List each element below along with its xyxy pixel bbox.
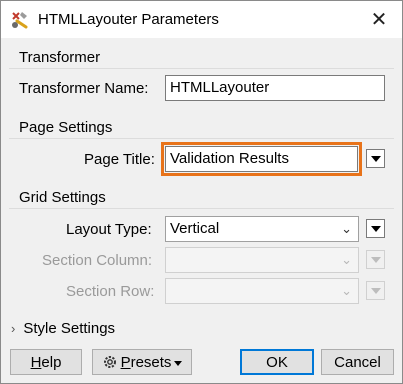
close-icon: ✕	[370, 9, 388, 31]
help-label-rest: elp	[41, 353, 62, 371]
presets-label-rest: resets	[130, 353, 172, 371]
dialog-window: HTMLLayouter Parameters ✕ Transformer Tr…	[0, 0, 403, 384]
page-title-menu-button[interactable]	[366, 149, 385, 168]
page-settings-group-line	[9, 138, 394, 139]
section-column-menu-button[interactable]	[366, 250, 385, 269]
ok-button[interactable]: OK	[240, 349, 314, 375]
transformer-name-label: Transformer Name:	[19, 80, 149, 97]
section-column-select[interactable]: ⌄	[165, 247, 359, 273]
grid-settings-section-title: Grid Settings	[19, 189, 106, 206]
page-title-label: Page Title:	[84, 151, 155, 168]
section-row-label: Section Row:	[66, 283, 155, 300]
dropdown-triangle-icon	[174, 360, 183, 366]
close-button[interactable]: ✕	[356, 1, 402, 38]
gear-icon	[103, 356, 116, 368]
layout-type-menu-button[interactable]	[366, 219, 385, 238]
section-column-label: Section Column:	[42, 252, 153, 269]
window-title: HTMLLayouter Parameters	[38, 11, 219, 28]
page-settings-section-title: Page Settings	[19, 119, 113, 136]
presets-mnemonic: P	[120, 353, 131, 371]
title-bar: HTMLLayouter Parameters ✕	[1, 1, 402, 38]
transformer-name-input[interactable]: HTMLLayouter	[165, 75, 385, 101]
chevron-right-icon: ›	[11, 321, 16, 336]
cancel-button[interactable]: Cancel	[321, 349, 394, 375]
section-row-menu-button[interactable]	[366, 281, 385, 300]
grid-settings-group-line	[9, 208, 394, 209]
section-row-select[interactable]: ⌄	[165, 278, 359, 304]
style-settings-expander[interactable]: › Style Settings	[11, 320, 115, 337]
dropdown-triangle-icon	[370, 256, 381, 263]
help-button[interactable]: Help	[10, 349, 82, 375]
layout-type-label: Layout Type:	[66, 221, 152, 238]
dropdown-triangle-icon	[370, 287, 381, 294]
dropdown-triangle-icon	[370, 225, 381, 232]
chevron-down-icon: ⌄	[341, 283, 352, 298]
presets-button[interactable]: Presets	[92, 349, 192, 375]
page-title-input[interactable]: Validation Results	[161, 142, 362, 176]
chevron-down-icon: ⌄	[341, 221, 352, 236]
transformer-group-line	[9, 68, 394, 69]
fme-transformer-icon	[12, 12, 28, 29]
layout-type-value: Vertical	[170, 220, 220, 237]
help-mnemonic: H	[30, 353, 42, 371]
transformer-section-title: Transformer	[19, 49, 101, 66]
layout-type-select[interactable]: Vertical ⌄	[165, 216, 359, 242]
dropdown-triangle-icon	[370, 155, 381, 162]
chevron-down-icon: ⌄	[341, 252, 352, 267]
style-settings-label: Style Settings	[23, 320, 116, 337]
